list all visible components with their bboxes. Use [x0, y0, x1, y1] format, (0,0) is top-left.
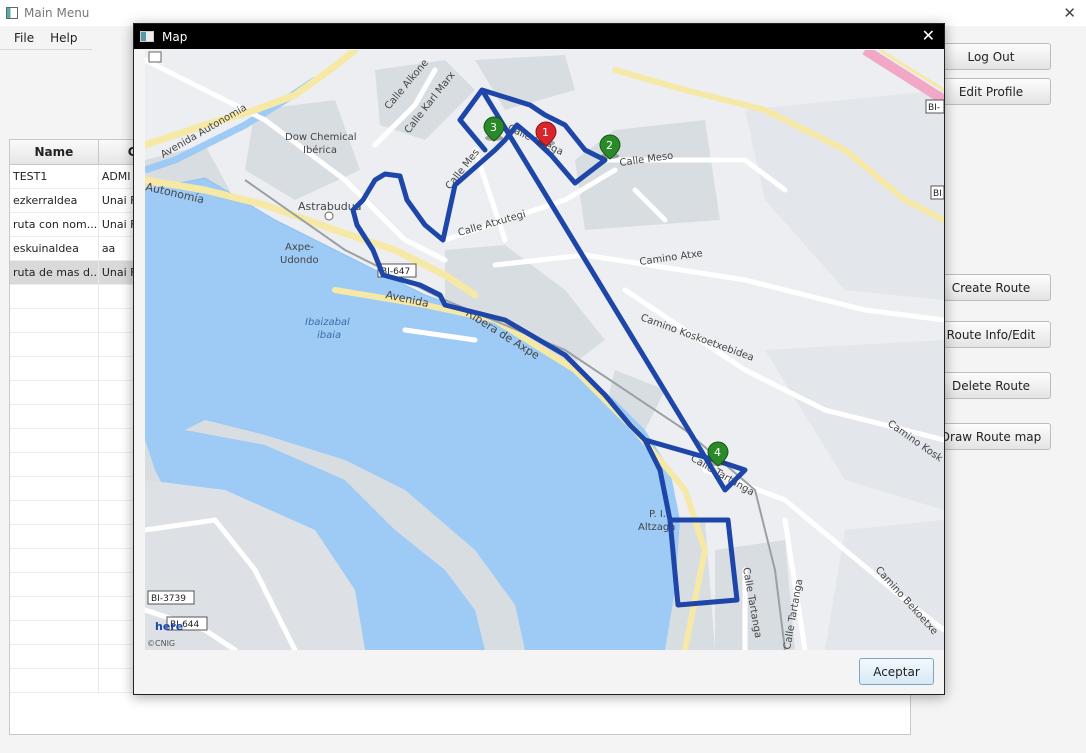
- label-axpe: Axpe-: [285, 242, 314, 253]
- label-ibaia: ibaia: [317, 330, 341, 341]
- label-iberica: Ibérica: [303, 144, 337, 156]
- marker-1-label: 1: [542, 126, 549, 139]
- menu-help[interactable]: Help: [44, 31, 87, 45]
- label-bi3739: BI-3739: [151, 594, 186, 604]
- menu-file[interactable]: File: [0, 31, 44, 45]
- edit-profile-button[interactable]: Edit Profile: [931, 78, 1051, 105]
- delete-route-button[interactable]: Delete Route: [931, 372, 1051, 399]
- label-dow-chemical: Dow Chemical: [285, 132, 357, 143]
- menu-bar: File Help: [0, 26, 92, 50]
- cell-name: ruta de mas d...: [10, 261, 99, 284]
- dialog-app-icon: [140, 31, 154, 42]
- cell-name: TEST1: [10, 165, 99, 188]
- accept-button[interactable]: Aceptar: [859, 658, 934, 685]
- cell-name: eskuinaldea: [10, 237, 99, 260]
- dialog-title: Map: [162, 29, 188, 44]
- marker-4-label: 4: [714, 446, 721, 459]
- label-here-logo: here: [155, 620, 183, 633]
- cell-name: ezkerraldea: [10, 189, 99, 212]
- column-header-name[interactable]: Name: [10, 140, 99, 164]
- dialog-title-bar: Map ✕: [134, 24, 944, 49]
- marker-3-label: 3: [490, 121, 497, 134]
- map-dialog: Map ✕ Avenida Autonomia Autonomía Calle …: [133, 23, 945, 695]
- dialog-close-icon[interactable]: ✕: [922, 26, 935, 45]
- marker-4[interactable]: 4: [707, 441, 729, 467]
- label-bi-right-1: BI-: [928, 103, 940, 113]
- label-bi-right-2: BI: [933, 189, 942, 199]
- app-icon: [6, 7, 18, 19]
- poi-icon: [148, 51, 162, 63]
- label-udondo: Udondo: [280, 255, 319, 266]
- label-pi: P. I.: [649, 509, 666, 520]
- label-ibaizabal: Ibaizabal: [305, 317, 350, 328]
- create-route-button[interactable]: Create Route: [931, 274, 1051, 301]
- marker-1[interactable]: 1: [535, 121, 557, 147]
- draw-route-map-button[interactable]: Draw Route map: [931, 423, 1051, 450]
- marker-2[interactable]: 2: [599, 134, 621, 160]
- map-view[interactable]: Avenida Autonomia Autonomía Calle Alkone…: [145, 50, 944, 650]
- cell-name: ruta con nom...: [10, 213, 99, 236]
- route-info-edit-button[interactable]: Route Info/Edit: [931, 321, 1051, 348]
- poi-astrabudua-icon: [324, 211, 334, 221]
- window-title: Main Menu: [24, 6, 90, 20]
- marker-3[interactable]: 3: [483, 116, 505, 142]
- label-cnig: ©CNIG: [147, 639, 175, 648]
- map-canvas[interactable]: Avenida Autonomia Autonomía Calle Alkone…: [145, 50, 944, 650]
- logout-button[interactable]: Log Out: [931, 43, 1051, 70]
- close-icon[interactable]: ✕: [1063, 4, 1076, 22]
- marker-2-label: 2: [606, 139, 613, 152]
